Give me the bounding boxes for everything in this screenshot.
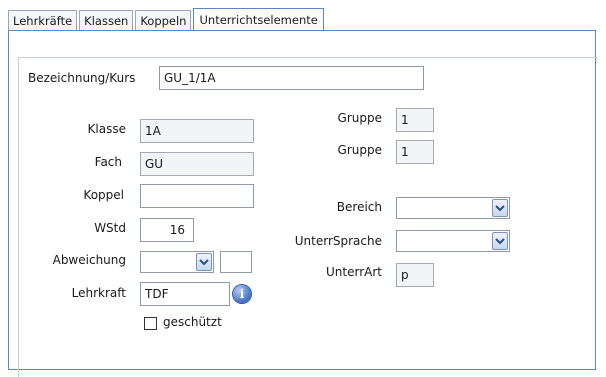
lehrkraft-input[interactable]: TDF bbox=[140, 282, 230, 306]
bereich-select[interactable] bbox=[396, 197, 510, 219]
tab-unterrichtselemente[interactable]: Unterrichtselemente bbox=[193, 8, 324, 31]
bereich-label: Bereich bbox=[336, 200, 382, 214]
bezeichnung-label: Bezeichnung/Kurs bbox=[28, 71, 136, 85]
gruppe-field-1: 1 bbox=[396, 108, 434, 132]
lehrkraft-label: Lehrkraft bbox=[71, 286, 126, 300]
tab-bar: Lehrkräfte Klassen Koppeln Unterrichtsel… bbox=[8, 8, 326, 31]
chevron-down-icon bbox=[495, 238, 505, 245]
chevron-down-icon bbox=[199, 259, 209, 266]
tab-klassen[interactable]: Klassen bbox=[79, 10, 134, 30]
koppel-label: Koppel bbox=[83, 188, 124, 202]
abweichung-extra-input[interactable] bbox=[220, 251, 252, 273]
geschuetzt-checkbox[interactable] bbox=[144, 317, 157, 330]
unterrart-label: UnterrArt bbox=[326, 265, 382, 279]
wstd-label: WStd bbox=[94, 221, 126, 235]
tab-koppeln[interactable]: Koppeln bbox=[135, 10, 192, 30]
abweichung-select[interactable] bbox=[140, 251, 214, 273]
info-icon[interactable]: i bbox=[233, 285, 251, 303]
koppel-input[interactable] bbox=[140, 184, 254, 208]
fach-field: GU bbox=[140, 152, 254, 176]
chevron-down-icon bbox=[495, 205, 505, 212]
bereich-dropdown-button[interactable] bbox=[492, 199, 508, 217]
fach-label: Fach bbox=[94, 155, 122, 169]
gruppe-label-1: Gruppe bbox=[337, 111, 382, 125]
gruppe-label-2: Gruppe bbox=[337, 143, 382, 157]
form-group-box bbox=[18, 57, 598, 377]
unterrsprache-select[interactable] bbox=[396, 230, 510, 252]
bezeichnung-input[interactable]: GU_1/1A bbox=[159, 66, 424, 90]
unterrsprache-dropdown-button[interactable] bbox=[492, 232, 508, 250]
wstd-input[interactable]: 16 bbox=[140, 218, 194, 242]
klasse-field: 1A bbox=[140, 119, 254, 143]
geschuetzt-label: geschützt bbox=[163, 315, 222, 329]
unterrsprache-label: UnterrSprache bbox=[294, 234, 382, 248]
abweichung-label: Abweichung bbox=[52, 253, 126, 267]
abweichung-dropdown-button[interactable] bbox=[196, 253, 212, 271]
klasse-label: Klasse bbox=[87, 122, 126, 136]
tab-lehrkraefte[interactable]: Lehrkräfte bbox=[8, 10, 78, 30]
gruppe-field-2: 1 bbox=[396, 140, 434, 164]
unterrart-field: p bbox=[396, 263, 434, 287]
